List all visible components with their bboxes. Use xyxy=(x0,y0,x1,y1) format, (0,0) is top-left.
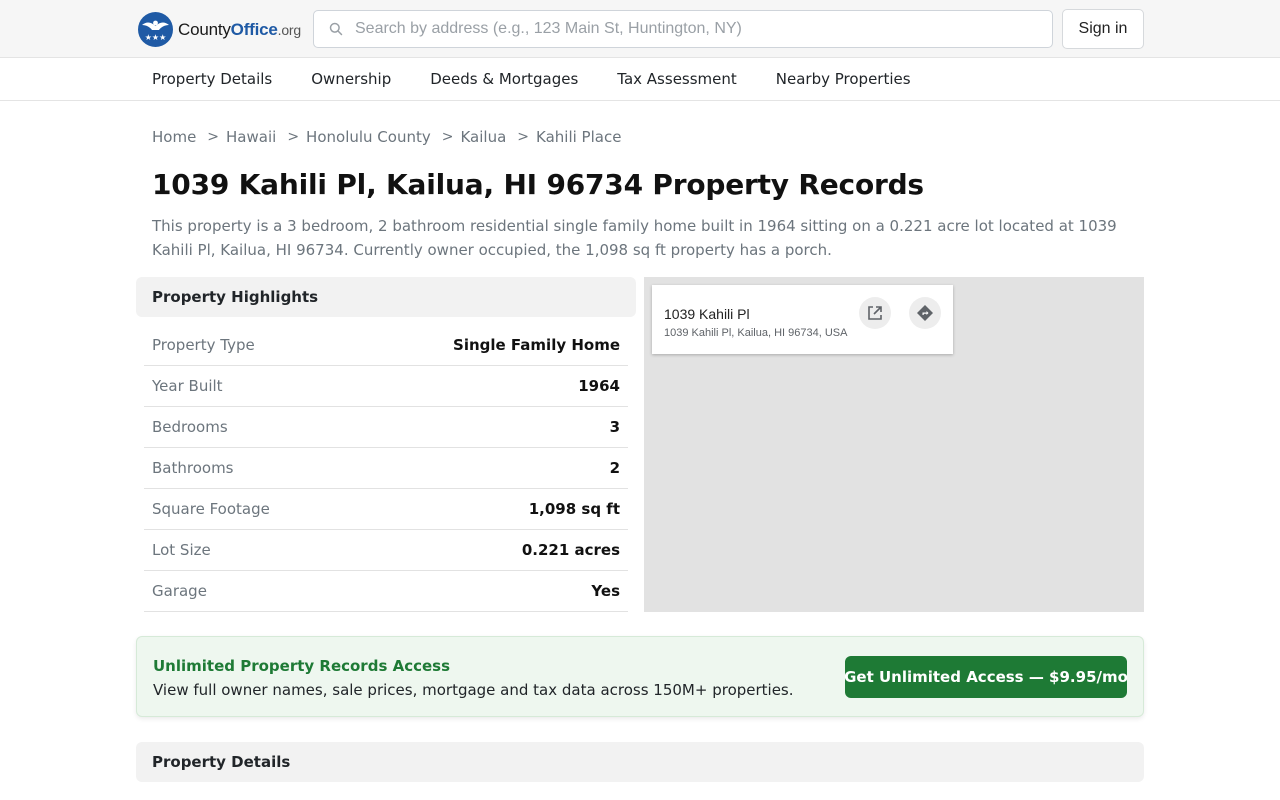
nav-tab-ownership[interactable]: Ownership xyxy=(311,70,391,88)
breadcrumb-county[interactable]: Honolulu County xyxy=(306,128,431,146)
highlight-value: 0.221 acres xyxy=(521,541,620,559)
svg-text:★★★: ★★★ xyxy=(145,33,167,42)
highlight-label: Bedrooms xyxy=(152,418,228,436)
unlimited-access-promo: Unlimited Property Records Access View f… xyxy=(136,636,1144,717)
highlight-label: Garage xyxy=(152,582,207,600)
highlight-row-square-footage: Square Footage 1,098 sq ft xyxy=(144,489,628,530)
breadcrumb-city[interactable]: Kailua xyxy=(460,128,506,146)
get-unlimited-access-button[interactable]: Get Unlimited Access — $9.95/mo xyxy=(844,656,1128,698)
highlight-label: Year Built xyxy=(152,377,223,395)
breadcrumb-separator: > xyxy=(517,129,530,145)
logo-text-org: .org xyxy=(277,21,302,38)
logo-text-county: County xyxy=(178,19,231,39)
highlight-row-bedrooms: Bedrooms 3 xyxy=(144,407,628,448)
property-map[interactable]: 1039 Kahili Pl 1039 Kahili Pl, Kailua, H… xyxy=(644,277,1144,612)
sign-in-button[interactable]: Sign in xyxy=(1062,9,1144,49)
breadcrumb-street[interactable]: Kahili Place xyxy=(536,128,621,146)
site-header: ★★★ CountyOffice.org Sign in xyxy=(0,0,1280,58)
highlight-label: Square Footage xyxy=(152,500,270,518)
property-nav: Property Details Ownership Deeds & Mortg… xyxy=(0,58,1280,101)
highlight-value: Single Family Home xyxy=(453,336,620,354)
nav-tab-nearby-properties[interactable]: Nearby Properties xyxy=(776,70,911,88)
page-title: 1039 Kahili Pl, Kailua, HI 96734 Propert… xyxy=(152,168,924,201)
nav-tab-deeds-mortgages[interactable]: Deeds & Mortgages xyxy=(430,70,578,88)
breadcrumb-separator: > xyxy=(441,129,454,145)
highlight-value: Yes xyxy=(591,582,620,600)
breadcrumb-state[interactable]: Hawaii xyxy=(226,128,276,146)
open-in-new-icon[interactable] xyxy=(859,297,891,329)
nav-tab-tax-assessment[interactable]: Tax Assessment xyxy=(617,70,737,88)
site-logo[interactable]: ★★★ CountyOffice.org xyxy=(138,12,301,47)
highlight-row-property-type: Property Type Single Family Home xyxy=(144,325,628,366)
highlights-table: Property Type Single Family Home Year Bu… xyxy=(144,325,628,612)
highlight-value: 1964 xyxy=(578,377,620,395)
highlight-label: Property Type xyxy=(152,336,255,354)
property-description: This property is a 3 bedroom, 2 bathroom… xyxy=(152,217,1117,259)
breadcrumb: Home > Hawaii > Honolulu County > Kailua… xyxy=(152,128,621,146)
map-place-address: 1039 Kahili Pl, Kailua, HI 96734, USA xyxy=(664,327,848,339)
breadcrumb-home[interactable]: Home xyxy=(152,128,196,146)
breadcrumb-separator: > xyxy=(207,129,220,145)
highlight-row-lot-size: Lot Size 0.221 acres xyxy=(144,530,628,571)
highlight-row-bathrooms: Bathrooms 2 xyxy=(144,448,628,489)
promo-title: Unlimited Property Records Access xyxy=(153,657,451,675)
highlight-value: 1,098 sq ft xyxy=(528,500,620,518)
eagle-seal-icon: ★★★ xyxy=(138,12,173,47)
promo-text: View full owner names, sale prices, mort… xyxy=(153,681,794,699)
directions-icon[interactable] xyxy=(909,297,941,329)
map-place-card: 1039 Kahili Pl 1039 Kahili Pl, Kailua, H… xyxy=(652,285,953,354)
highlight-label: Lot Size xyxy=(152,541,211,559)
highlight-row-garage: Garage Yes xyxy=(144,571,628,612)
nav-tab-property-details[interactable]: Property Details xyxy=(152,70,272,88)
highlights-heading: Property Highlights xyxy=(136,277,636,317)
highlight-value: 2 xyxy=(609,459,620,477)
breadcrumb-separator: > xyxy=(287,129,300,145)
highlight-row-year-built: Year Built 1964 xyxy=(144,366,628,407)
search-box[interactable] xyxy=(313,10,1053,48)
property-details-heading: Property Details xyxy=(136,742,1144,782)
logo-text-office: Office xyxy=(230,19,278,39)
highlight-value: 3 xyxy=(609,418,620,436)
search-input[interactable] xyxy=(355,20,1035,38)
search-icon xyxy=(329,22,343,36)
map-place-title: 1039 Kahili Pl xyxy=(664,306,750,322)
highlight-label: Bathrooms xyxy=(152,459,234,477)
